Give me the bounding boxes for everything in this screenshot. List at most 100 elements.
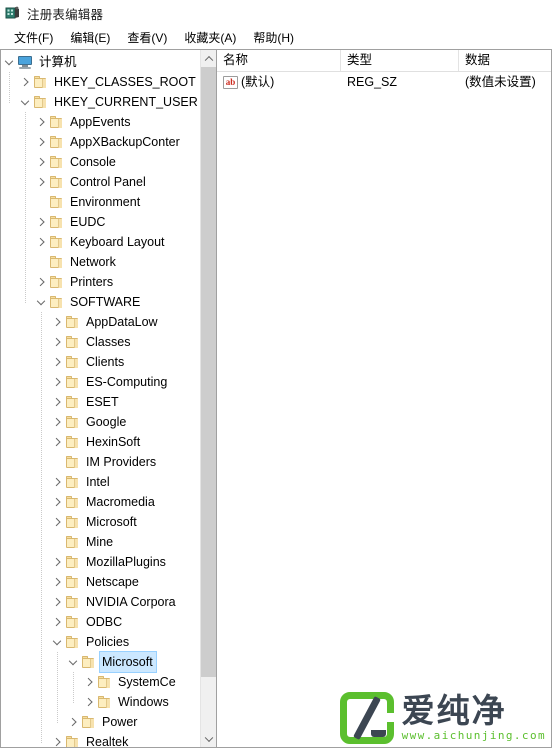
tree-item-clients[interactable]: Clients	[1, 352, 200, 372]
tree-item-hkey-classes-root[interactable]: HKEY_CLASSES_ROOT	[1, 72, 200, 92]
chevron-right-icon[interactable]	[49, 332, 65, 352]
chevron-right-icon[interactable]	[17, 72, 33, 92]
chevron-right-icon[interactable]	[81, 672, 97, 692]
tree-item-keyboard-layout[interactable]: Keyboard Layout	[1, 232, 200, 252]
tree-item-macromedia[interactable]: Macromedia	[1, 492, 200, 512]
tree-item-control-panel[interactable]: Control Panel	[1, 172, 200, 192]
chevron-right-icon[interactable]	[49, 372, 65, 392]
tree-item-classes[interactable]: Classes	[1, 332, 200, 352]
values-list: ab (默认) REG_SZ (数值未设置)	[217, 72, 551, 93]
chevron-right-icon[interactable]	[49, 412, 65, 432]
tree-item-eudc[interactable]: EUDC	[1, 212, 200, 232]
chevron-right-icon[interactable]	[49, 352, 65, 372]
column-header-name[interactable]: 名称	[217, 50, 341, 71]
chevron-right-icon[interactable]	[81, 692, 97, 712]
chevron-right-icon[interactable]	[49, 552, 65, 572]
menu-view[interactable]: 查看(V)	[119, 27, 176, 48]
folder-icon	[49, 295, 65, 309]
tree-item-appdatalow[interactable]: AppDataLow	[1, 312, 200, 332]
column-header-data[interactable]: 数据	[459, 50, 551, 71]
folder-icon	[65, 615, 81, 629]
column-header-type[interactable]: 类型	[341, 50, 459, 71]
chevron-right-icon[interactable]	[49, 312, 65, 332]
chevron-right-icon[interactable]	[33, 132, 49, 152]
chevron-right-icon[interactable]	[49, 732, 65, 747]
scrollbar-thumb[interactable]	[201, 67, 216, 677]
tree-item-appxbackupconter[interactable]: AppXBackupConter	[1, 132, 200, 152]
folder-icon	[65, 535, 81, 549]
tree-item-environment[interactable]: Environment	[1, 192, 200, 212]
tree-item-hkey-current-user[interactable]: HKEY_CURRENT_USER	[1, 92, 200, 112]
chevron-right-icon[interactable]	[49, 472, 65, 492]
chevron-right-icon[interactable]	[65, 712, 81, 732]
tree-item-policies[interactable]: Policies	[1, 632, 200, 652]
tree-item-systemce[interactable]: SystemCe	[1, 672, 200, 692]
tree-item-windows[interactable]: Windows	[1, 692, 200, 712]
tree-item-power[interactable]: Power	[1, 712, 200, 732]
tree-item-realtek[interactable]: Realtek	[1, 732, 200, 747]
tree-item-console[interactable]: Console	[1, 152, 200, 172]
tree-item-microsoft[interactable]: Microsoft	[1, 651, 200, 673]
folder-icon	[49, 255, 65, 269]
tree-item-eset[interactable]: ESET	[1, 392, 200, 412]
tree-guide-line	[57, 652, 58, 723]
chevron-down-icon[interactable]	[1, 52, 17, 72]
chevron-right-icon[interactable]	[33, 212, 49, 232]
tree-item-label: Microsoft	[86, 515, 137, 529]
tree-item-mine[interactable]: Mine	[1, 532, 200, 552]
tree-vertical-scrollbar[interactable]	[200, 50, 216, 747]
menu-favorites[interactable]: 收藏夹(A)	[176, 27, 245, 48]
chevron-right-icon[interactable]	[49, 392, 65, 412]
chevron-right-icon[interactable]	[33, 112, 49, 132]
chevron-right-icon[interactable]	[49, 432, 65, 452]
chevron-down-icon[interactable]	[65, 652, 81, 672]
menu-file[interactable]: 文件(F)	[6, 27, 62, 48]
tree-item-appevents[interactable]: AppEvents	[1, 112, 200, 132]
scroll-up-arrow-icon[interactable]	[201, 50, 216, 67]
tree-item-im-providers[interactable]: IM Providers	[1, 452, 200, 472]
chevron-right-icon[interactable]	[33, 172, 49, 192]
tree-item-network[interactable]: Network	[1, 252, 200, 272]
chevron-right-icon[interactable]	[49, 612, 65, 632]
tree-item-printers[interactable]: Printers	[1, 272, 200, 292]
folder-icon	[65, 575, 81, 589]
tree-item-intel[interactable]: Intel	[1, 472, 200, 492]
chevron-right-icon[interactable]	[49, 572, 65, 592]
value-row[interactable]: ab (默认) REG_SZ (数值未设置)	[217, 72, 551, 93]
chevron-right-icon[interactable]	[49, 592, 65, 612]
chevron-right-icon[interactable]	[49, 512, 65, 532]
tree-guide-line	[9, 72, 10, 103]
scroll-down-arrow-icon[interactable]	[201, 730, 216, 747]
chevron-right-icon[interactable]	[33, 272, 49, 292]
tree-item-es-computing[interactable]: ES-Computing	[1, 372, 200, 392]
values-header: 名称 类型 数据	[217, 50, 551, 72]
tree-item-odbc[interactable]: ODBC	[1, 612, 200, 632]
chevron-down-icon[interactable]	[49, 632, 65, 652]
chevron-down-icon[interactable]	[17, 92, 33, 112]
tree-item-software[interactable]: SOFTWARE	[1, 292, 200, 312]
chevron-right-icon[interactable]	[33, 232, 49, 252]
chevron-right-icon[interactable]	[33, 152, 49, 172]
tree-item-microsoft[interactable]: Microsoft	[1, 512, 200, 532]
tree-item-google[interactable]: Google	[1, 412, 200, 432]
tree-item-mozillaplugins[interactable]: MozillaPlugins	[1, 552, 200, 572]
tree-item-hexinsoft[interactable]: HexinSoft	[1, 432, 200, 452]
tree-item-nvidia-corpora[interactable]: NVIDIA Corpora	[1, 592, 200, 612]
tree-item-[interactable]: 计算机	[1, 52, 200, 72]
chevron-down-icon[interactable]	[33, 292, 49, 312]
chevron-right-icon[interactable]	[49, 492, 65, 512]
menu-help[interactable]: 帮助(H)	[245, 27, 303, 48]
menu-edit[interactable]: 编辑(E)	[62, 27, 119, 48]
tree-item-netscape[interactable]: Netscape	[1, 572, 200, 592]
